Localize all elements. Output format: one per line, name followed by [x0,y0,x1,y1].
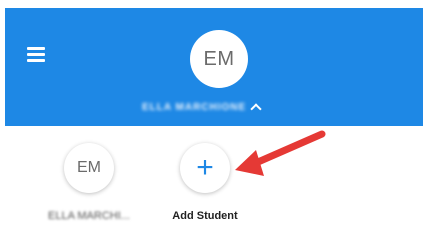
account-name: ELLA MARCHIONE [142,101,247,113]
account-avatar[interactable]: EM [190,30,248,88]
student-name: ELLA MARCHI... [48,210,130,222]
hamburger-menu-icon[interactable] [27,45,53,65]
add-student-button[interactable]: + Add Student [145,143,265,222]
chevron-up-icon [250,103,262,115]
student-avatar: EM [64,143,114,193]
app-header: EM ELLA MARCHIONE [5,8,423,126]
add-student-circle[interactable]: + [180,143,230,193]
plus-icon: + [196,151,214,184]
account-switcher[interactable]: ELLA MARCHIONE [142,98,262,116]
student-tile[interactable]: EM ELLA MARCHI... [29,143,149,222]
add-student-label: Add Student [172,210,238,222]
student-avatar-initials: EM [77,159,101,176]
account-avatar-initials: EM [203,47,235,70]
